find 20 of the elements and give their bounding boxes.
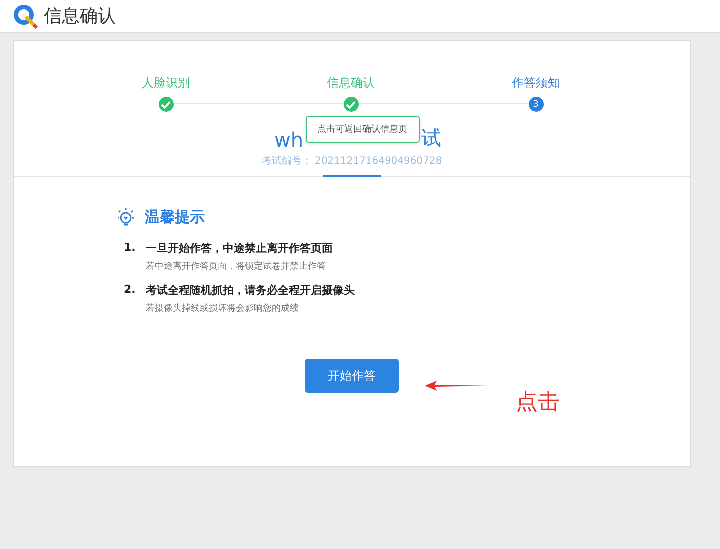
tooltip: 点击可返回确认信息页 — [306, 116, 420, 143]
page-title: 信息确认 — [44, 5, 116, 28]
tips-heading: 温馨提示 — [145, 208, 205, 226]
step-number: 3 — [528, 97, 544, 112]
logo-icon — [12, 3, 38, 29]
tip-detail: 若摄像头掉线或损坏将会影响您的成绩 — [146, 302, 300, 315]
item-number: 1. — [124, 241, 137, 256]
lightbulb-icon — [117, 207, 135, 227]
tip-title: 考试全程随机抓拍，请务必全程开启摄像头 — [146, 283, 355, 298]
annotation-text: 点击 — [516, 389, 560, 417]
step-label[interactable]: 作答须知 — [512, 75, 560, 92]
tip-title: 一旦开始作答，中途禁止离开作答页面 — [146, 241, 333, 256]
step-label[interactable]: 信息确认 — [327, 75, 375, 92]
exam-title: wh — [274, 128, 304, 152]
step-label[interactable]: 人脸识别 — [142, 75, 190, 92]
start-button[interactable]: 开始作答 — [305, 359, 399, 393]
tip-detail: 若中途离开作答页面，将锁定试卷并禁止作答 — [146, 260, 327, 273]
exam-title: 试 — [422, 125, 442, 152]
item-number: 2. — [124, 283, 137, 298]
exam-number: 考试编号： 20211217164904960728 — [260, 154, 444, 168]
